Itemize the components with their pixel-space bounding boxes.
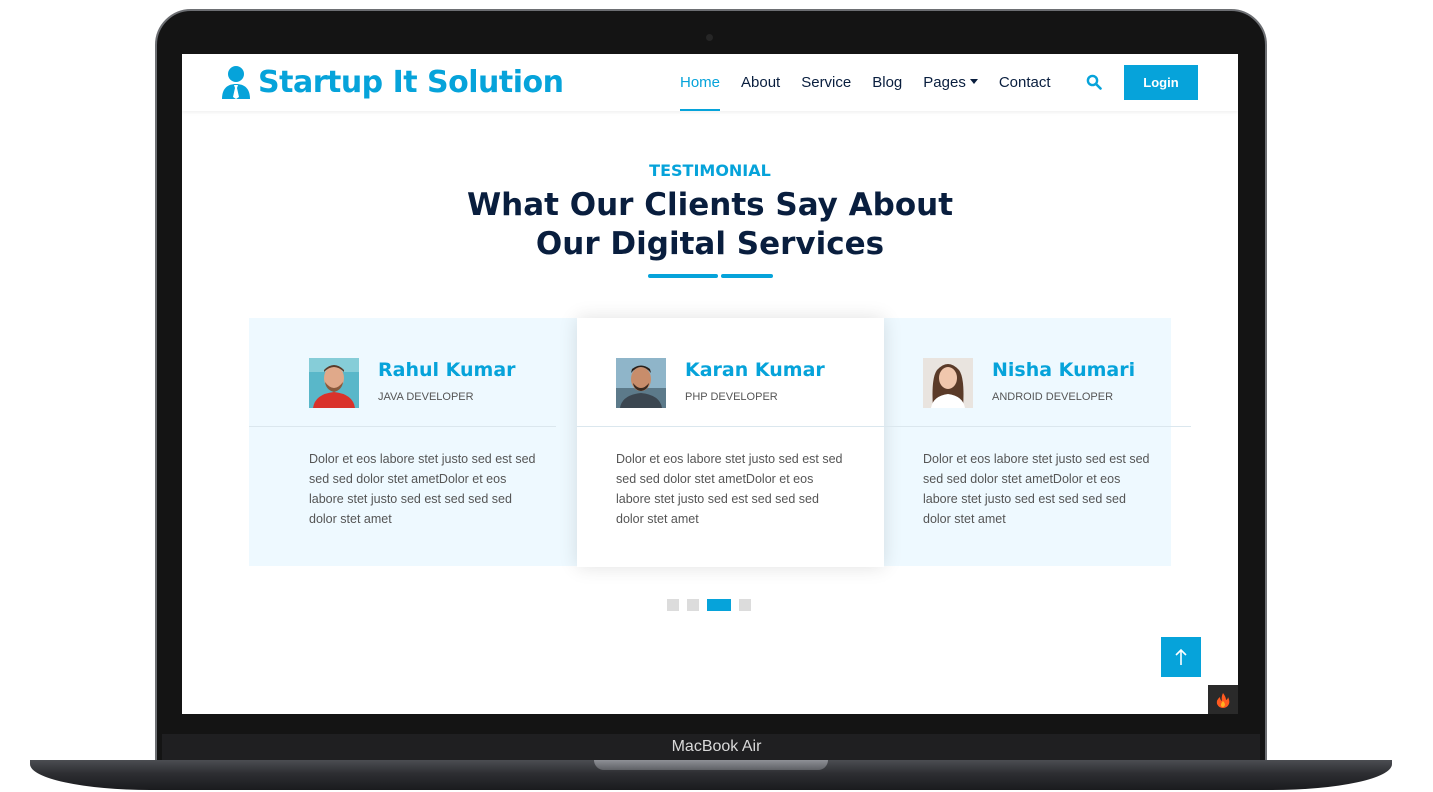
client-role: JAVA DEVELOPER (378, 391, 474, 403)
user-tie-icon (222, 66, 250, 99)
nav-item-pages-label: Pages (923, 74, 966, 91)
search-icon[interactable] (1086, 74, 1102, 90)
heading-divider (648, 274, 718, 278)
testimonial-card: Nisha Kumari ANDROID DEVELOPER Dolor et … (884, 318, 1191, 566)
section-heading-line2: Our Digital Services (535, 226, 885, 262)
testimonial-text: Dolor et eos labore stet justo sed est s… (616, 452, 843, 526)
login-button[interactable]: Login (1124, 65, 1198, 100)
section-heading-line1: What Our Clients Say About (466, 187, 954, 223)
nav-item-service[interactable]: Service (801, 54, 851, 111)
nav-item-contact[interactable]: Contact (999, 54, 1051, 111)
camera-dot (706, 34, 713, 41)
carousel-dot-active[interactable] (707, 599, 731, 611)
card-header: Nisha Kumari ANDROID DEVELOPER (884, 318, 1191, 427)
brand-logo[interactable]: Startup It Solution (220, 62, 564, 102)
testimonial-card: Karan Kumar PHP DEVELOPER Dolor et eos l… (577, 318, 884, 567)
client-name: Nisha Kumari (992, 359, 1136, 381)
testimonial-text: Dolor et eos labore stet justo sed est s… (923, 452, 1150, 526)
nav-item-pages[interactable]: Pages (923, 54, 978, 111)
website-screen: Startup It Solution Home About Service B… (182, 54, 1238, 714)
avatar (616, 358, 666, 408)
nav-menu: Home About Service Blog Pages Contact (680, 54, 1072, 111)
avatar (923, 358, 973, 408)
arrow-up-icon (1175, 648, 1187, 665)
client-role: PHP DEVELOPER (685, 391, 778, 403)
testimonial-card: Rahul Kumar JAVA DEVELOPER Dolor et eos … (249, 318, 556, 566)
nav-item-home[interactable]: Home (680, 54, 721, 111)
device-model-label: MacBook Air (671, 738, 762, 755)
fire-badge[interactable] (1208, 685, 1238, 714)
laptop-notch (594, 760, 828, 770)
avatar (309, 358, 359, 408)
client-role: ANDROID DEVELOPER (992, 391, 1114, 403)
nav-item-about[interactable]: About (741, 54, 780, 111)
nav-item-blog[interactable]: Blog (872, 54, 902, 111)
carousel-dot[interactable] (667, 599, 679, 611)
section-eyebrow: TESTIMONIAL (649, 161, 771, 180)
brand-name: Startup It Solution (258, 64, 564, 100)
client-name: Rahul Kumar (378, 359, 516, 381)
heading-divider (721, 274, 773, 278)
section-heading: What Our Clients Say About Our Digital S… (182, 186, 1238, 264)
navbar: Startup It Solution Home About Service B… (182, 54, 1238, 111)
testimonial-text: Dolor et eos labore stet justo sed est s… (309, 452, 536, 526)
fire-icon (1216, 693, 1230, 708)
card-header: Rahul Kumar JAVA DEVELOPER (249, 318, 556, 427)
client-name: Karan Kumar (685, 359, 825, 381)
caret-down-icon (969, 79, 978, 84)
card-header: Karan Kumar PHP DEVELOPER (577, 318, 884, 427)
back-to-top-button[interactable] (1161, 637, 1201, 677)
carousel-dots (667, 599, 751, 611)
carousel-dot[interactable] (739, 599, 751, 611)
carousel-dot[interactable] (687, 599, 699, 611)
